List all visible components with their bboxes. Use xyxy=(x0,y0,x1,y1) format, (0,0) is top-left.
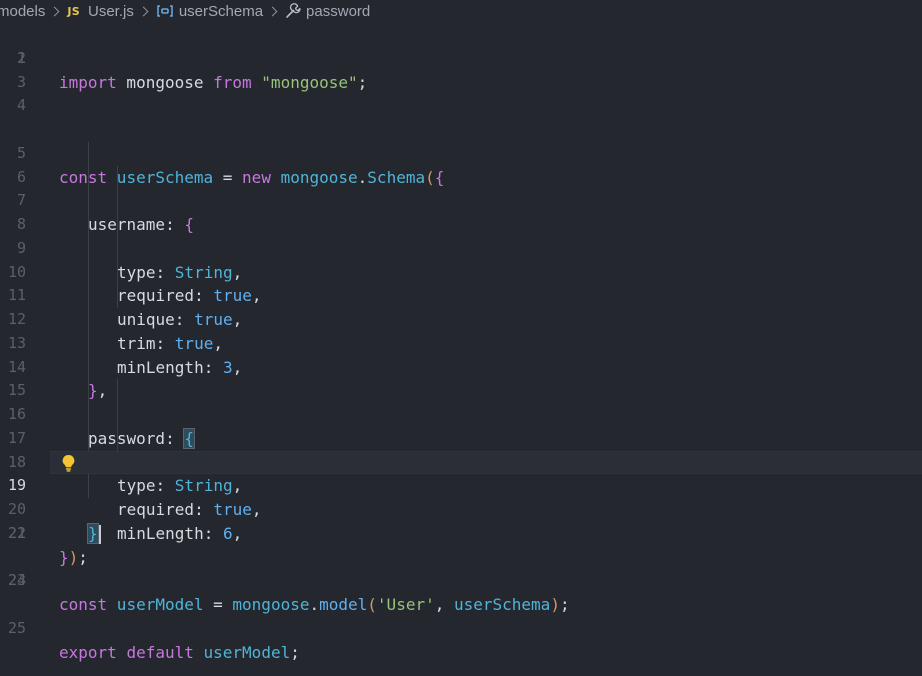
indent-guide xyxy=(88,141,89,166)
code-line: 17 required: true, xyxy=(0,403,922,519)
breadcrumb-folder[interactable]: models xyxy=(0,3,45,20)
indent-guide xyxy=(117,403,118,427)
code-line: 23 const userModel = mongoose.model('Use… xyxy=(0,546,922,614)
code-line: 5 const userSchema = new mongoose.Schema… xyxy=(0,118,922,187)
breadcrumb-file[interactable]: JS User.js xyxy=(67,3,133,20)
indent-guide xyxy=(117,260,118,285)
code-line: 21 }); xyxy=(0,498,922,567)
indent-guide xyxy=(88,426,89,451)
indent-guide xyxy=(117,189,118,213)
breadcrumb-symbol-password-label: password xyxy=(306,2,371,20)
code-line: 18 minLength: 6, xyxy=(0,426,922,543)
code-line: 13 }, xyxy=(0,308,922,400)
breadcrumb-symbol-password[interactable]: password xyxy=(285,3,370,20)
code-line: 14 xyxy=(0,331,922,376)
indent-guide xyxy=(117,165,118,190)
chevron-right-icon xyxy=(267,6,278,16)
indent-guide xyxy=(88,355,89,380)
keyword-export: export xyxy=(59,642,117,662)
lightbulb-icon[interactable] xyxy=(61,454,76,472)
indent-guide xyxy=(88,379,89,403)
code-line: 24 xyxy=(0,569,922,593)
javascript-file-icon: JS xyxy=(67,4,80,18)
code-line: 1 import mongoose from "mongoose"; xyxy=(0,23,922,92)
code-line: 4 xyxy=(0,94,922,118)
line-number: 22 xyxy=(7,523,26,542)
indent-guide xyxy=(88,284,89,308)
code-line: 7 type: String, xyxy=(0,165,922,282)
indent-guide xyxy=(88,308,89,332)
line-number: 25 xyxy=(7,618,26,637)
code-line: 8 required: true, xyxy=(0,189,922,305)
indent-guide xyxy=(88,165,89,190)
line-content: export default userModel; xyxy=(59,641,300,665)
chevron-right-icon xyxy=(138,6,149,16)
indent-guide xyxy=(88,474,89,498)
code-line: 6 username: { xyxy=(0,141,922,234)
code-editor[interactable]: models JS User.js userSchema password 1 … xyxy=(0,0,922,676)
code-line: 9 unique: true, xyxy=(0,213,922,329)
breadcrumb-symbol-userschema-label: userSchema xyxy=(178,2,264,20)
code-line: 20 xyxy=(0,474,922,518)
line-number: 4 xyxy=(16,96,26,115)
variable-icon xyxy=(156,4,174,18)
indent-guide xyxy=(88,236,89,261)
code-line: 16 type: String, xyxy=(0,379,922,495)
keyword-default: default xyxy=(126,642,194,662)
breadcrumb-symbol-userschema[interactable]: userSchema xyxy=(156,3,263,20)
indent-guide xyxy=(117,379,118,403)
code-line: 10 trim: true, xyxy=(0,236,922,353)
wrench-icon xyxy=(285,3,301,19)
line-number: 24 xyxy=(7,571,26,590)
line-number: 19 xyxy=(7,476,26,495)
indent-guide xyxy=(117,213,118,237)
indent-guide xyxy=(117,284,118,308)
code-area[interactable]: 1 import mongoose from "mongoose"; 2 3 4… xyxy=(0,23,922,662)
breadcrumb: models JS User.js userSchema password xyxy=(0,0,922,22)
indent-guide xyxy=(117,426,118,451)
line-number: 2 xyxy=(16,48,26,67)
code-line: 12 xyxy=(0,284,922,328)
code-line: 25 export default userModel; xyxy=(0,593,922,662)
identifier: userModel xyxy=(203,642,291,662)
indent-guide xyxy=(88,189,89,213)
breadcrumb-folder-label: models xyxy=(0,2,46,20)
code-line: 3 xyxy=(0,71,922,95)
code-line: 22 xyxy=(0,522,922,546)
code-line-active: 19 } xyxy=(0,450,922,544)
indent-guide xyxy=(88,403,89,427)
code-line: 15 password: { xyxy=(0,355,922,449)
indent-guide xyxy=(117,236,118,261)
code-line: 11 minLength: 3, xyxy=(0,260,922,377)
line-number: 3 xyxy=(16,72,26,91)
punctuation: ; xyxy=(290,642,300,662)
code-line: 2 xyxy=(0,47,922,71)
chevron-right-icon xyxy=(49,6,60,16)
breadcrumb-file-label: User.js xyxy=(87,2,134,20)
indent-guide xyxy=(88,260,89,285)
indent-guide xyxy=(88,213,89,237)
indent-guide xyxy=(88,331,89,356)
